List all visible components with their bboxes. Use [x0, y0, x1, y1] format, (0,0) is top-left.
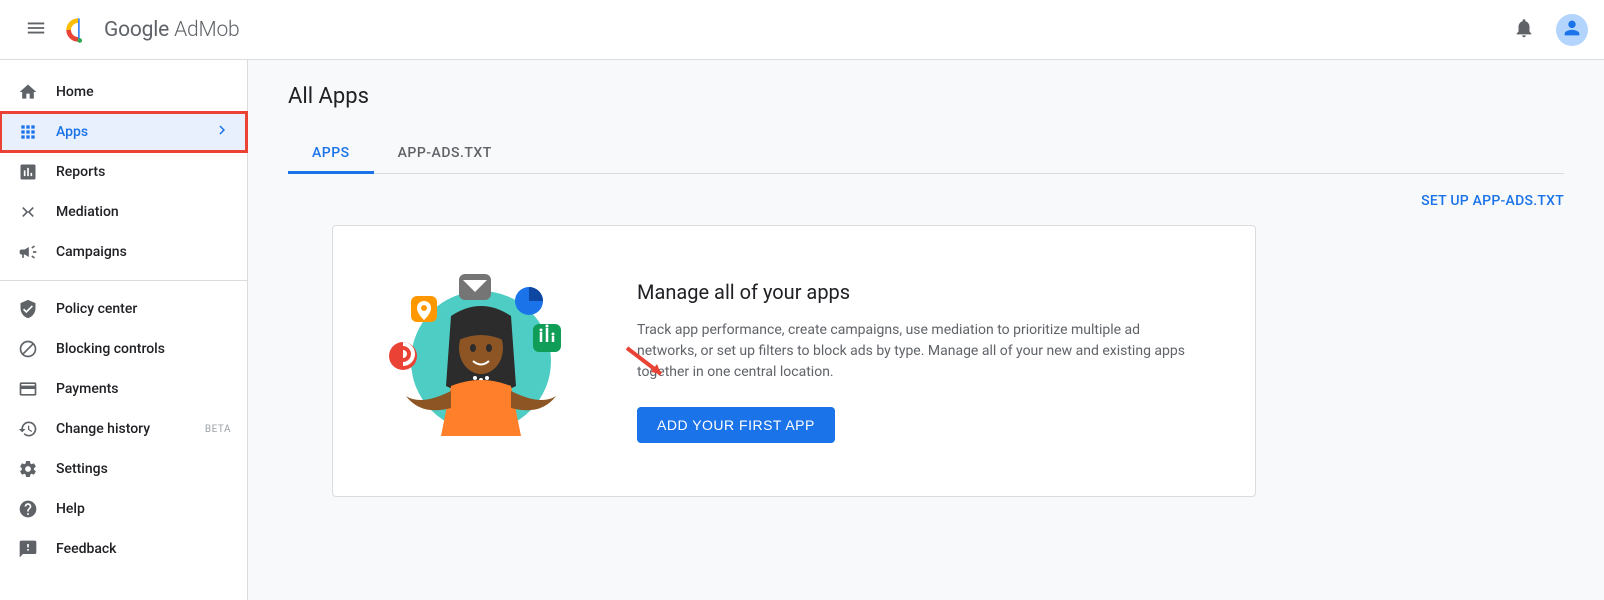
sidebar-item-label: Apps: [56, 124, 213, 140]
help-icon: [16, 497, 40, 521]
add-first-app-button[interactable]: ADD YOUR FIRST APP: [637, 407, 835, 443]
hamburger-icon: [25, 17, 47, 43]
setup-app-ads-link[interactable]: SET UP APP-ADS.TXT: [1421, 193, 1564, 209]
sidebar-item-label: Help: [56, 501, 231, 517]
sidebar-item-label: Policy center: [56, 301, 231, 317]
sidebar-item-feedback[interactable]: Feedback: [0, 529, 247, 569]
sidebar-item-label: Change history: [56, 421, 199, 437]
gear-icon: [16, 457, 40, 481]
sidebar-item-label: Settings: [56, 461, 231, 477]
sidebar-item-settings[interactable]: Settings: [0, 449, 247, 489]
history-icon: [16, 417, 40, 441]
tabs-bar: APPS APP-ADS.TXT: [288, 133, 1564, 174]
sidebar-item-label: Campaigns: [56, 244, 231, 260]
beta-badge: BETA: [205, 424, 231, 435]
sidebar-item-campaigns[interactable]: Campaigns: [0, 232, 247, 272]
sidebar-item-policy-center[interactable]: Policy center: [0, 289, 247, 329]
main-content: All Apps APPS APP-ADS.TXT SET UP APP-ADS…: [248, 60, 1604, 600]
card-body-text: Track app performance, create campaigns,…: [637, 320, 1197, 383]
bell-icon: [1513, 17, 1535, 43]
sidebar-item-label: Blocking controls: [56, 341, 231, 357]
app-header: Google AdMob: [0, 0, 1604, 60]
product-name: Google AdMob: [104, 18, 240, 42]
apps-icon: [16, 120, 40, 144]
mediation-icon: [16, 200, 40, 224]
block-icon: [16, 337, 40, 361]
home-icon: [16, 80, 40, 104]
feedback-icon: [16, 537, 40, 561]
illustration-icon: [381, 266, 581, 456]
admob-icon: [64, 16, 92, 44]
sidebar-item-payments[interactable]: Payments: [0, 369, 247, 409]
account-avatar[interactable]: [1556, 14, 1588, 46]
card-heading: Manage all of your apps: [637, 280, 1197, 304]
sidebar-item-label: Feedback: [56, 541, 231, 557]
menu-button[interactable]: [16, 10, 56, 50]
divider: [0, 280, 247, 281]
payments-icon: [16, 377, 40, 401]
sidebar-item-label: Mediation: [56, 204, 231, 220]
sidebar-item-label: Payments: [56, 381, 231, 397]
sidebar-item-help[interactable]: Help: [0, 489, 247, 529]
setup-row: SET UP APP-ADS.TXT: [288, 190, 1564, 209]
campaigns-icon: [16, 240, 40, 264]
sidebar-item-blocking-controls[interactable]: Blocking controls: [0, 329, 247, 369]
sidebar-item-label: Reports: [56, 164, 231, 180]
sidebar-item-mediation[interactable]: Mediation: [0, 192, 247, 232]
shield-icon: [16, 297, 40, 321]
sidebar-item-reports[interactable]: Reports: [0, 152, 247, 192]
tab-label: APPS: [312, 145, 350, 161]
tab-label: APP-ADS.TXT: [398, 145, 492, 161]
sidebar: Home Apps Reports Mediation: [0, 60, 248, 600]
sidebar-item-change-history[interactable]: Change history BETA: [0, 409, 247, 449]
notifications-button[interactable]: [1504, 10, 1544, 50]
person-icon: [1561, 17, 1583, 43]
page-title: All Apps: [288, 84, 1564, 109]
chevron-right-icon: [213, 121, 231, 143]
empty-state-card: Manage all of your apps Track app perfor…: [332, 225, 1256, 497]
card-content: Manage all of your apps Track app perfor…: [637, 280, 1197, 443]
reports-icon: [16, 160, 40, 184]
tab-apps[interactable]: APPS: [288, 133, 374, 173]
product-logo[interactable]: Google AdMob: [64, 16, 240, 44]
sidebar-item-label: Home: [56, 84, 231, 100]
sidebar-item-home[interactable]: Home: [0, 72, 247, 112]
sidebar-item-apps[interactable]: Apps: [0, 112, 247, 152]
tab-app-ads-txt[interactable]: APP-ADS.TXT: [374, 133, 516, 173]
